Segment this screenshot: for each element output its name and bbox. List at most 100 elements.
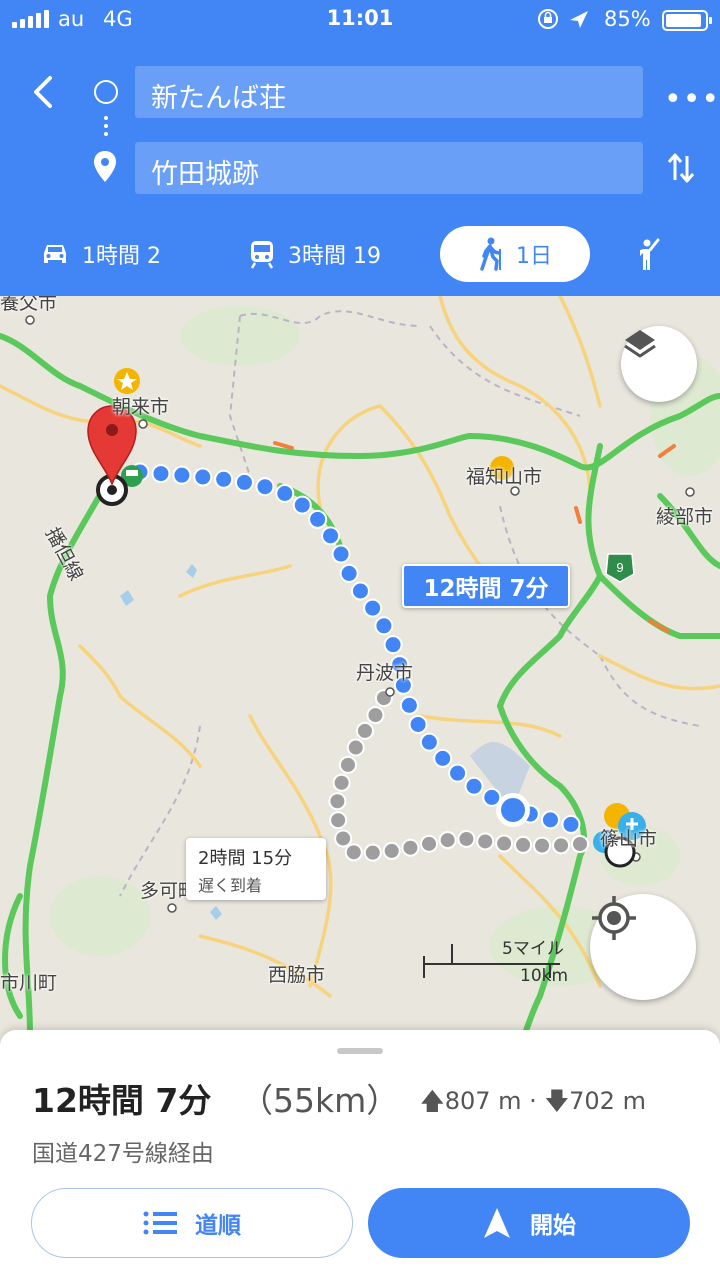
origin-circle-icon (94, 80, 118, 104)
primary-route-dot (383, 635, 403, 655)
route-badge-number: 9 (616, 560, 623, 575)
swap-route-icon[interactable] (666, 150, 696, 190)
primary-route-time-callout[interactable]: 12時間 7分 (402, 564, 570, 608)
car-icon (44, 245, 66, 263)
descent-value: 702 m (569, 1087, 646, 1115)
map-label-ichikawa: 市川町 (0, 972, 58, 994)
alt-route-dot (420, 834, 439, 853)
primary-route-time: 12時間 7分 (423, 576, 549, 602)
origin-input[interactable]: 新たんば荘 (135, 66, 643, 118)
map-scale: 5マイル 10km (420, 936, 580, 986)
primary-route-dot (374, 616, 394, 636)
route-connector-icon (104, 116, 108, 140)
alt-route-dot (363, 843, 382, 862)
ascent-value: 807 m (444, 1087, 522, 1115)
map-label-tamba: 丹波市 (356, 662, 414, 684)
destination-input[interactable]: 竹田城跡 (135, 142, 643, 194)
primary-route-dot (339, 563, 359, 583)
mode-transit[interactable]: 3時間 19 (248, 226, 381, 282)
route-via: 国道427号線経由 (32, 1141, 214, 1167)
primary-route-dot (399, 695, 419, 715)
primary-route-dot (292, 495, 312, 515)
alt-route-dot (401, 838, 420, 857)
alt-route-dot (438, 831, 457, 850)
highway-badge: 9 (605, 553, 635, 583)
alt-route-dot (382, 841, 401, 860)
list-icon (143, 1211, 177, 1235)
train-icon (250, 241, 274, 269)
alt-route-dot (495, 834, 514, 853)
primary-route-dot (433, 748, 453, 768)
primary-route-dot (275, 484, 295, 504)
current-location-dot (496, 793, 530, 827)
alt-route-dot (366, 706, 385, 725)
mode-drive[interactable]: 1時間 2 (40, 226, 161, 282)
mode-drive-label: 1時間 2 (82, 244, 161, 269)
ascent-arrow-icon: 🡅 (420, 1087, 445, 1115)
top-bar: au 4G 11:01 85% 新たんば荘 竹田城跡 ••• 1時間 2 3時間… (0, 0, 720, 296)
primary-route-dot (363, 598, 383, 618)
route-summary-sheet[interactable]: 12時間 7分 （55km） 🡅807 m · 🡇702 m 国道427号線経由… (0, 1030, 720, 1280)
layers-button[interactable] (621, 326, 697, 402)
primary-route-dot (408, 714, 428, 734)
alt-route-dot (457, 829, 476, 848)
primary-route-dot (151, 464, 171, 484)
primary-route-dot (448, 763, 468, 783)
orientation-lock-icon (538, 9, 558, 29)
my-location-button[interactable] (590, 894, 696, 1000)
alt-route-dot (571, 835, 589, 853)
scale-metric-label: 10km (520, 966, 569, 986)
back-button[interactable] (24, 72, 64, 112)
sheet-drag-handle[interactable] (337, 1048, 383, 1054)
alt-route-dot (355, 721, 374, 740)
steps-button[interactable]: 道順 (31, 1188, 353, 1258)
alt-route-callout[interactable]: 2時間 15分 遅く到着 (186, 838, 326, 900)
alt-route-dot (334, 829, 353, 848)
battery-percent: 85% (604, 7, 651, 31)
alt-route-dot (329, 811, 348, 830)
elevation-info: 🡅807 m · 🡇702 m (420, 1084, 646, 1125)
alt-route-dot (332, 773, 351, 792)
map-label-ayabe: 綾部市 (656, 506, 714, 528)
mode-walk[interactable]: 1日 (440, 226, 590, 282)
primary-route-dot (540, 810, 560, 830)
battery-icon (662, 10, 712, 31)
elevation-separator: · (529, 1087, 537, 1115)
primary-route-dot (255, 477, 275, 497)
crosshair-icon (592, 896, 636, 940)
hail-ride-icon (640, 238, 660, 270)
alt-route-note: 遅く到着 (198, 876, 263, 895)
layers-icon (624, 330, 656, 358)
primary-route-dot (214, 469, 234, 489)
more-options-icon[interactable]: ••• (664, 82, 720, 117)
alt-route-dot (514, 835, 533, 854)
destination-pin-icon (92, 150, 118, 188)
primary-route-dot (331, 544, 351, 564)
location-arrow-icon (570, 11, 588, 28)
map-view[interactable]: 9 朝来市 福知山市 綾部市 丹波市 篠山市 多可町 西脇市 市川町 播但線 養… (0, 296, 720, 1046)
alt-route-dot (338, 755, 357, 774)
destination-marker-icon (87, 405, 137, 506)
status-bar: au 4G 11:01 85% (0, 0, 720, 40)
primary-route-dot (350, 581, 370, 601)
mode-ride[interactable] (634, 226, 664, 282)
alt-route-dot (476, 832, 495, 851)
map-label-asago: 朝来市 (112, 396, 170, 418)
descent-arrow-icon: 🡇 (544, 1087, 570, 1115)
alt-route-dot (346, 738, 365, 757)
alt-route-dot (344, 843, 363, 862)
walking-icon (480, 237, 501, 271)
start-label: 開始 (530, 1213, 576, 1239)
navigation-arrow-icon (484, 1208, 510, 1238)
alt-route-dot (533, 836, 552, 855)
primary-route-dot (419, 732, 439, 752)
primary-route-dot (561, 814, 581, 834)
primary-route-dot (193, 467, 213, 487)
map-label-yabu: 養父市 (0, 296, 58, 314)
start-navigation-button[interactable]: 開始 (368, 1188, 690, 1258)
alt-route-dot (328, 792, 347, 811)
primary-route-dot (172, 465, 192, 485)
travel-mode-bar: 1時間 2 3時間 19 1日 (0, 226, 720, 282)
status-icons (536, 6, 592, 37)
steps-label: 道順 (195, 1213, 241, 1239)
